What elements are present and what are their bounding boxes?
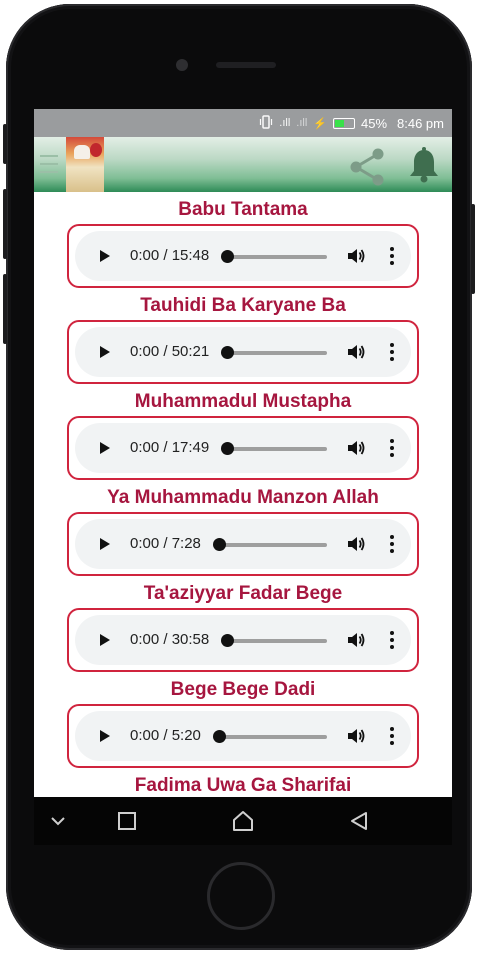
navigation-bar [34,797,452,845]
signal-icon: .ıll [279,117,291,129]
phone-home-button [207,862,275,930]
more-options-icon[interactable] [390,439,394,457]
share-icon[interactable] [348,147,388,187]
seek-thumb[interactable] [221,634,234,647]
seek-thumb[interactable] [213,538,226,551]
hamburger-icon[interactable] [40,155,58,173]
volume-icon[interactable] [347,632,365,648]
track-title: Ta'aziyyar Fadar Bege [143,583,343,604]
home-icon[interactable] [231,809,255,833]
more-options-icon[interactable] [390,247,394,265]
power-button [471,204,475,294]
play-icon[interactable] [100,634,110,646]
more-options-icon[interactable] [390,535,394,553]
seek-thumb[interactable] [221,250,234,263]
audio-player-frame: 0:00 / 5:20 [67,704,419,768]
seek-thumb[interactable] [221,442,234,455]
more-options-icon[interactable] [390,727,394,745]
earpiece-speaker [216,62,276,68]
charging-icon: ⚡ [313,117,327,130]
play-icon[interactable] [100,250,110,262]
audio-player-frame: 0:00 / 15:48 [67,224,419,288]
volume-down-button [3,274,7,344]
track-item: Fadima Uwa Ga Sharifai [34,768,452,797]
volume-icon[interactable] [347,248,365,264]
app-bar [34,137,452,192]
time-display: 0:00 / 17:49 [130,439,210,456]
volume-up-button [3,189,7,259]
track-item: Bege Bege Dadi 0:00 / 5:20 [34,672,452,768]
time-display: 0:00 / 50:21 [130,343,210,360]
volume-icon[interactable] [347,728,365,744]
seek-bar[interactable] [219,735,327,739]
track-list: Babu Tantama 0:00 / 15:48 Tauhidi Ba Karya… [34,192,452,797]
seek-bar[interactable] [227,447,327,451]
more-options-icon[interactable] [390,343,394,361]
track-title: Muhammadul Mustapha [134,391,352,412]
front-camera [176,59,188,71]
seek-thumb[interactable] [213,730,226,743]
time-display: 0:00 / 30:58 [130,631,210,648]
play-icon[interactable] [100,730,110,742]
track-title: Tauhidi Ba Karyane Ba [140,295,346,316]
chevron-down-icon[interactable] [46,809,70,833]
avatar [66,137,104,192]
track-title: Fadima Uwa Ga Sharifai [134,775,352,796]
track-item: Ya Muhammadu Manzon Allah 0:00 / 7:28 [34,480,452,576]
battery-percent: 45% [360,115,388,131]
audio-player: 0:00 / 30:58 [75,615,411,665]
seek-bar[interactable] [227,639,327,643]
track-item: Babu Tantama 0:00 / 15:48 [34,192,452,288]
vibrate-icon [259,114,273,132]
bell-icon[interactable] [408,147,440,183]
back-triangle-icon[interactable] [347,809,371,833]
track-item: Muhammadul Mustapha 0:00 / 17:49 [34,384,452,480]
audio-player: 0:00 / 5:20 [75,711,411,761]
time-display: 0:00 / 5:20 [130,727,201,744]
audio-player-frame: 0:00 / 50:21 [67,320,419,384]
seek-thumb[interactable] [221,346,234,359]
play-icon[interactable] [100,346,110,358]
screen: .ıll .ıll ⚡ 45% 8:46 pm Babu Tantama 0:00… [34,109,452,797]
volume-icon[interactable] [347,536,365,552]
mute-switch [3,124,7,164]
seek-bar[interactable] [219,543,327,547]
audio-player: 0:00 / 17:49 [75,423,411,473]
track-item: Tauhidi Ba Karyane Ba 0:00 / 50:21 [34,288,452,384]
status-bar: .ıll .ıll ⚡ 45% 8:46 pm [34,109,452,137]
audio-player-frame: 0:00 / 7:28 [67,512,419,576]
volume-icon[interactable] [347,344,365,360]
signal-icon-2: .ıll [296,117,308,129]
play-icon[interactable] [100,538,110,550]
more-options-icon[interactable] [390,631,394,649]
volume-icon[interactable] [347,440,365,456]
audio-player: 0:00 / 50:21 [75,327,411,377]
clock: 8:46 pm [397,115,444,131]
track-item: Ta'aziyyar Fadar Bege 0:00 / 30:58 [34,576,452,672]
play-icon[interactable] [100,442,110,454]
audio-player-frame: 0:00 / 30:58 [67,608,419,672]
time-display: 0:00 / 7:28 [130,535,201,552]
track-title: Babu Tantama [178,199,308,220]
seek-bar[interactable] [227,255,327,259]
audio-player-frame: 0:00 / 17:49 [67,416,419,480]
audio-player: 0:00 / 7:28 [75,519,411,569]
battery-icon [332,117,355,129]
square-icon[interactable] [115,809,139,833]
track-title: Ya Muhammadu Manzon Allah [107,487,379,508]
audio-player: 0:00 / 15:48 [75,231,411,281]
seek-bar[interactable] [227,351,327,355]
track-title: Bege Bege Dadi [170,679,316,700]
time-display: 0:00 / 15:48 [130,247,210,264]
